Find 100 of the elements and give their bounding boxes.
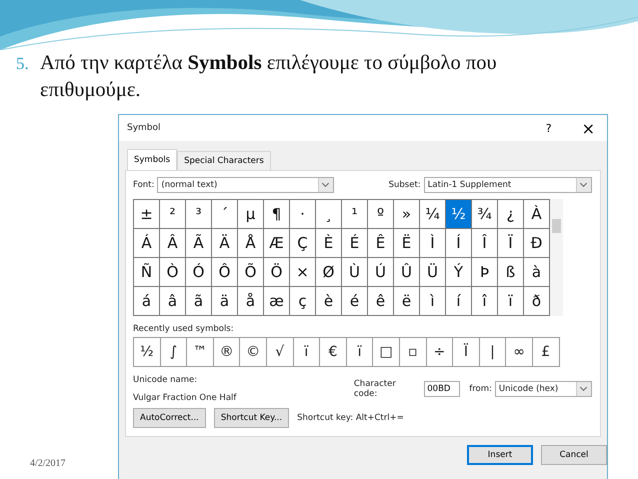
symbol-cell[interactable]: ¹	[342, 200, 368, 229]
symbol-cell[interactable]: Ò	[160, 258, 186, 287]
symbol-cell[interactable]: â	[160, 287, 186, 316]
cancel-button[interactable]: Cancel	[541, 445, 607, 465]
recent-symbol-cell[interactable]: ∞	[506, 338, 533, 367]
symbol-cell[interactable]: Ê	[368, 229, 394, 258]
symbol-cell[interactable]: Ö	[264, 258, 290, 287]
symbol-cell[interactable]: É	[342, 229, 368, 258]
recent-symbol-cell[interactable]: |	[480, 338, 506, 367]
scrollbar[interactable]	[550, 199, 563, 316]
symbol-cell[interactable]: Õ	[238, 258, 264, 287]
symbol-cell[interactable]: é	[342, 287, 368, 316]
symbol-cell[interactable]: º	[368, 200, 394, 229]
symbol-cell[interactable]: Û	[394, 258, 420, 287]
unicode-name-label: Unicode name:	[133, 375, 198, 385]
recent-symbol-cell[interactable]: √	[266, 338, 294, 367]
recent-symbol-cell[interactable]: £	[532, 338, 560, 367]
symbol-cell[interactable]: Ì	[420, 229, 446, 258]
symbol-cell[interactable]: ·	[290, 200, 316, 229]
symbol-cell[interactable]: å	[238, 287, 264, 316]
symbol-cell[interactable]: æ	[264, 287, 290, 316]
symbol-cell[interactable]: Ý	[446, 258, 472, 287]
symbol-cell[interactable]: Ï	[498, 229, 524, 258]
symbol-cell[interactable]: ë	[394, 287, 420, 316]
recent-symbol-cell[interactable]: €	[320, 338, 347, 367]
symbol-cell[interactable]: Â	[160, 229, 186, 258]
character-code-label: Character code:	[354, 379, 397, 399]
symbol-cell[interactable]: ê	[368, 287, 394, 316]
symbol-cell[interactable]: á	[134, 287, 160, 316]
instruction-text: Από την καρτέλα Symbols επιλέγουμε το σύμβολο που επιθυμούμε.	[40, 51, 498, 103]
symbol-cell[interactable]: ã	[186, 287, 212, 316]
symbol-cell[interactable]: Ã	[186, 229, 212, 258]
symbol-cell[interactable]: Ú	[368, 258, 394, 287]
help-button[interactable]: ?	[542, 118, 556, 138]
close-button[interactable]: ×	[578, 118, 599, 138]
symbol-cell[interactable]: í	[446, 287, 472, 316]
subset-label: Subset:	[388, 180, 421, 190]
symbol-cell[interactable]: Î	[472, 229, 498, 258]
dialog-button[interactable]: AutoCorrect...	[133, 408, 206, 428]
font-dropdown[interactable]: (normal text)	[157, 177, 334, 193]
symbol-cell[interactable]: Ä	[212, 229, 238, 258]
symbol-cell[interactable]: »	[394, 200, 420, 229]
recent-symbol-cell[interactable]: ï	[294, 338, 320, 367]
recent-symbol-cell[interactable]: ▫	[400, 338, 427, 367]
symbol-cell[interactable]: ç	[290, 287, 316, 316]
slide-date: 4/2/2017	[30, 458, 66, 469]
symbol-cell[interactable]: ä	[212, 287, 238, 316]
recent-label: Recently used symbols:	[133, 324, 235, 334]
symbol-cell[interactable]: î	[472, 287, 498, 316]
symbol-cell[interactable]: Ë	[394, 229, 420, 258]
symbol-cell[interactable]: Í	[446, 229, 472, 258]
recent-symbol-cell[interactable]: ½	[134, 338, 161, 367]
symbol-cell[interactable]: ¿	[498, 200, 524, 229]
symbol-cell[interactable]: È	[316, 229, 342, 258]
symbol-cell[interactable]: Ô	[212, 258, 238, 287]
symbol-cell[interactable]: ì	[420, 287, 446, 316]
recent-symbol-cell[interactable]: ∫	[160, 338, 188, 367]
list-number: 5.	[16, 53, 30, 75]
symbol-cell[interactable]: Á	[134, 229, 160, 258]
symbol-cell[interactable]: ¾	[472, 200, 498, 229]
symbol-cell[interactable]: ¸	[316, 200, 342, 229]
symbol-cell[interactable]: ß	[498, 258, 524, 287]
symbol-cell[interactable]: Ü	[420, 258, 446, 287]
symbol-cell[interactable]: ´	[212, 200, 238, 229]
character-code-field[interactable]: 00BD	[424, 381, 460, 397]
symbol-cell[interactable]: Ø	[316, 258, 342, 287]
symbol-cell[interactable]: ½	[446, 200, 472, 229]
symbol-cell[interactable]: ï	[498, 287, 524, 316]
tab[interactable]: Special Characters	[177, 151, 271, 170]
recent-symbol-cell[interactable]: ï	[346, 338, 374, 367]
from-dropdown[interactable]: Unicode (hex)	[494, 381, 592, 397]
recent-symbol-cell[interactable]: ÷	[426, 338, 454, 367]
symbol-cell[interactable]: Ç	[290, 229, 316, 258]
symbol-cell[interactable]: è	[316, 287, 342, 316]
symbol-cell[interactable]: ³	[186, 200, 212, 229]
from-label: from:	[469, 384, 492, 394]
shortcut-key-text: Shortcut key: Alt+Ctrl+=	[297, 413, 404, 423]
recent-symbol-cell[interactable]: □	[373, 338, 400, 367]
recent-symbol-cell[interactable]: ®	[214, 338, 240, 367]
dialog-button[interactable]: Shortcut Key...	[214, 408, 290, 428]
recent-symbol-cell[interactable]: ™	[187, 338, 214, 367]
symbol-cell[interactable]: Å	[238, 229, 264, 258]
symbol-cell[interactable]: Ñ	[134, 258, 160, 287]
symbol-cell[interactable]: Ù	[342, 258, 368, 287]
symbol-cell[interactable]: Þ	[472, 258, 498, 287]
insert-button[interactable]: Insert	[467, 445, 533, 465]
symbol-cell[interactable]: µ	[238, 200, 264, 229]
symbol-cell[interactable]: Ó	[186, 258, 212, 287]
subset-dropdown[interactable]: Latin-1 Supplement	[424, 177, 592, 193]
window-title: Symbol	[127, 123, 161, 133]
symbol-cell[interactable]: ¶	[264, 200, 290, 229]
symbol-cell[interactable]: ×	[290, 258, 316, 287]
symbol-cell[interactable]: Æ	[264, 229, 290, 258]
recent-symbol-cell[interactable]: ©	[240, 338, 267, 367]
tab[interactable]: Symbols	[127, 149, 178, 170]
symbol-cell[interactable]: ²	[160, 200, 186, 229]
recent-symbol-cell[interactable]: Ï	[453, 338, 480, 367]
unicode-name: Vulgar Fraction One Half	[133, 393, 238, 403]
font-label: Font:	[133, 180, 154, 190]
symbol-cell[interactable]: ±	[134, 200, 160, 229]
